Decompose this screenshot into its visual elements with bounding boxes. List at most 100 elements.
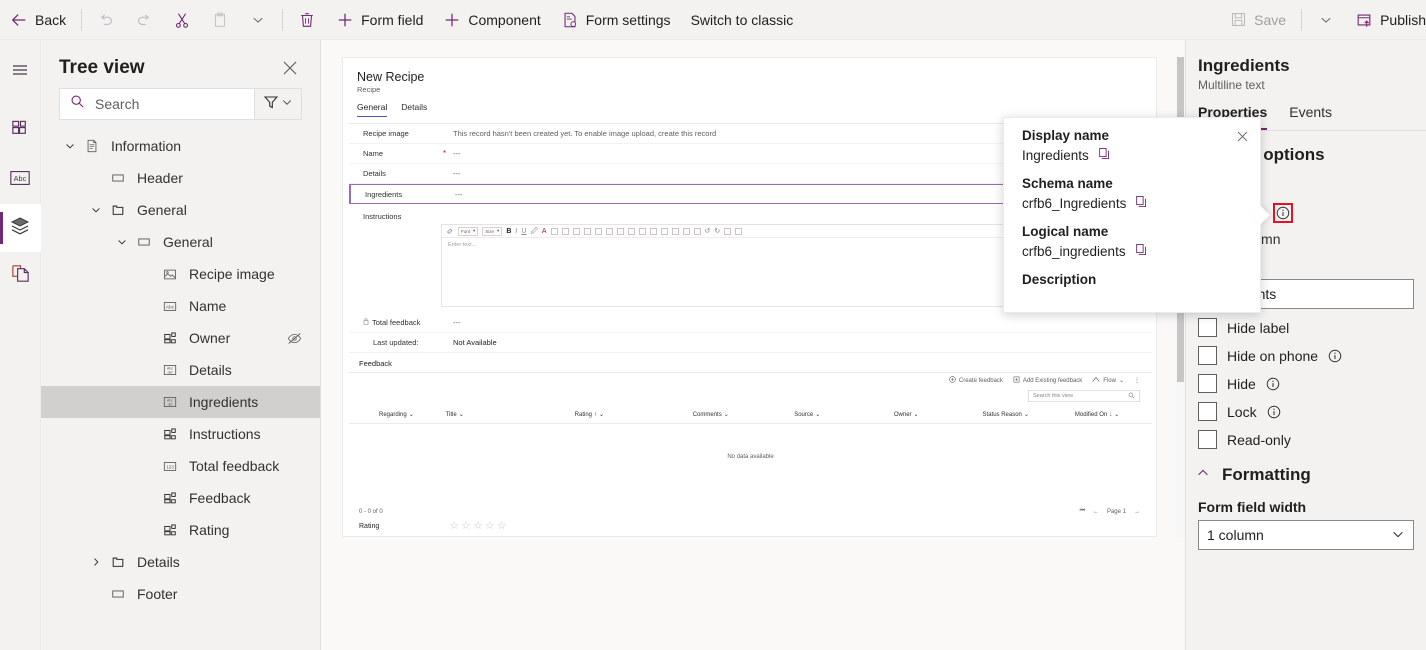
next-page-icon[interactable]: → [1134, 509, 1140, 515]
rte-clear-format-icon[interactable] [724, 227, 732, 235]
first-page-icon[interactable]: ⏮ [1080, 508, 1085, 515]
chevron-right-icon[interactable] [85, 556, 107, 568]
column-menu-chevron-icon[interactable]: ⌄ [409, 411, 414, 418]
column-header-title[interactable]: Title ⌄ [440, 411, 569, 419]
rating-star[interactable]: ☆ [461, 521, 471, 532]
delete-button[interactable] [288, 0, 326, 40]
form-row-last-updated[interactable]: Last updated: Not Available [349, 333, 1152, 353]
rail-item-components[interactable] [0, 108, 41, 156]
checkbox-row-hide-label[interactable]: Hide label [1186, 309, 1426, 337]
close-icon[interactable] [1232, 126, 1252, 146]
column-header-regarding[interactable]: Regarding ⌄ [349, 411, 440, 419]
chevron-down-icon[interactable] [111, 236, 133, 248]
copy-icon[interactable] [1135, 243, 1148, 259]
form-tab-details[interactable]: Details [401, 102, 427, 117]
column-menu-chevron-icon[interactable]: ⌄ [724, 411, 729, 418]
form-row-rating[interactable]: Rating ☆ ☆ ☆ ☆ ☆ [349, 515, 1152, 536]
tree-item-feedback[interactable]: Feedback [41, 482, 320, 514]
switch-to-classic-button[interactable]: Switch to classic [681, 0, 804, 40]
form-row-total-feedback[interactable]: Total feedback --- [349, 313, 1152, 333]
column-menu-chevron-icon[interactable]: ⌄ [599, 411, 604, 418]
add-existing-feedback-button[interactable]: Add Existing feedback [1013, 376, 1082, 385]
rte-horizontal-rule-button[interactable] [660, 227, 668, 235]
rte-font-color-button[interactable]: A [542, 228, 547, 235]
column-header-status-reason[interactable]: Status Reason ⌄ [977, 411, 1069, 419]
formatting-section-header[interactable]: Formatting [1186, 449, 1426, 485]
rte-redo-icon[interactable]: ↻ [714, 228, 720, 235]
tree-item-header[interactable]: Header [41, 162, 320, 194]
info-icon[interactable] [1267, 405, 1281, 419]
rte-align-center-button[interactable] [616, 227, 624, 235]
column-header-owner[interactable]: Owner ⌄ [888, 411, 977, 419]
chevron-down-icon[interactable] [59, 140, 81, 152]
column-header-rating[interactable]: Rating ↑ ⌄ [569, 411, 687, 419]
rte-increase-indent-button[interactable] [583, 227, 591, 235]
checkbox-row-lock[interactable]: Lock [1186, 393, 1426, 421]
tree-item-information[interactable]: Information [41, 130, 320, 162]
previous-page-icon[interactable]: ← [1093, 509, 1099, 515]
paste-button[interactable] [201, 0, 239, 40]
rte-bulleted-list-button[interactable] [550, 227, 558, 235]
paste-options-button[interactable] [239, 0, 277, 40]
form-field-width-select[interactable]: 1 column [1198, 520, 1414, 550]
create-feedback-button[interactable]: Create feedback [949, 376, 1003, 385]
checkbox-row-read-only[interactable]: Read-only [1186, 421, 1426, 449]
rte-decrease-indent-button[interactable] [572, 227, 580, 235]
rte-align-right-button[interactable] [627, 227, 635, 235]
publish-button[interactable]: Publish [1345, 0, 1426, 40]
tab-events[interactable]: Events [1289, 104, 1332, 130]
redo-button[interactable] [125, 0, 163, 40]
tree-item-instructions[interactable]: Instructions [41, 418, 320, 450]
rte-paragraph-icon[interactable] [682, 227, 690, 235]
flow-button[interactable]: Flow ⌄ [1092, 376, 1124, 385]
subgrid-search-input[interactable]: Search this view [1028, 390, 1140, 402]
rte-text-direction-icon[interactable] [693, 227, 701, 235]
column-menu-chevron-icon[interactable]: ⌄ [815, 411, 820, 418]
rte-table-icon[interactable] [735, 227, 743, 235]
component-button[interactable]: Component [433, 0, 550, 40]
rating-star[interactable]: ☆ [497, 521, 507, 532]
format-painter-icon[interactable] [446, 222, 454, 240]
rail-item-text[interactable]: Abc [0, 156, 41, 204]
rating-star[interactable]: ☆ [449, 521, 459, 532]
rte-font-dropdown[interactable]: Font ▾ [458, 226, 479, 236]
rte-align-left-button[interactable] [605, 227, 613, 235]
tree-item-footer[interactable]: Footer [41, 578, 320, 610]
tree-item-ingredients[interactable]: Abc def Ingredients [41, 386, 320, 418]
tree-item-total-feedback[interactable]: 123 Total feedback [41, 450, 320, 482]
tree-item-name[interactable]: Abc Name [41, 290, 320, 322]
rte-underline-button[interactable]: U [521, 228, 526, 235]
info-icon[interactable] [1266, 377, 1280, 391]
column-menu-chevron-icon[interactable]: ⌄ [914, 411, 919, 418]
search-box[interactable] [59, 88, 255, 120]
column-menu-chevron-icon[interactable]: ⌄ [1114, 411, 1119, 418]
info-icon[interactable] [1276, 206, 1290, 220]
checkbox[interactable] [1198, 346, 1217, 365]
checkbox-row-hide-on-phone[interactable]: Hide on phone [1186, 337, 1426, 365]
rte-undo-icon[interactable]: ↺ [705, 228, 711, 235]
column-header-comments[interactable]: Comments ⌄ [687, 411, 789, 419]
rte-blockquote-button[interactable] [594, 227, 602, 235]
cut-button[interactable] [163, 0, 201, 40]
tree-item-general[interactable]: General [41, 194, 320, 226]
close-icon[interactable] [278, 56, 302, 80]
checkbox[interactable] [1198, 430, 1217, 449]
checkbox[interactable] [1198, 318, 1217, 337]
search-input[interactable] [93, 95, 244, 113]
checkbox-row-hide[interactable]: Hide [1186, 365, 1426, 393]
rail-item-hamburger[interactable] [0, 48, 41, 96]
rte-unlink-icon[interactable] [649, 227, 657, 235]
undo-button[interactable] [87, 0, 125, 40]
save-options-button[interactable] [1307, 0, 1345, 40]
tree-item-general[interactable]: General [41, 226, 320, 258]
rte-highlight-color-button[interactable]: 🖉 [530, 228, 537, 235]
rail-item-layers[interactable] [0, 204, 41, 252]
chevron-down-icon[interactable] [85, 204, 107, 216]
filter-button[interactable] [255, 88, 302, 120]
checkbox[interactable] [1198, 402, 1217, 421]
rating-star[interactable]: ☆ [473, 521, 483, 532]
tree-item-rating[interactable]: Rating [41, 514, 320, 546]
column-header-source[interactable]: Source ⌄ [788, 411, 888, 419]
rte-link-icon[interactable] [638, 227, 646, 235]
more-vertical-icon[interactable]: ⋮ [1134, 377, 1140, 384]
